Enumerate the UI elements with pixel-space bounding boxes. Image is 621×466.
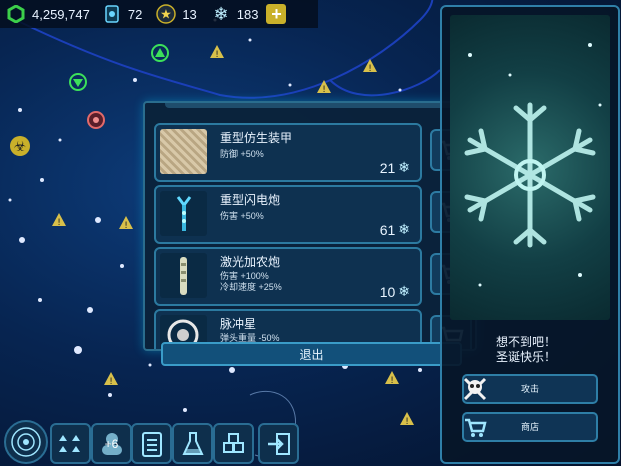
item-stat: 冷却速度 +25% [220,282,282,292]
crystals-value: 72 [127,6,143,22]
research-icon [181,431,204,455]
crystals-resource: 72 [102,4,142,24]
svg-text:!: ! [57,218,61,226]
bio-armor-icon [160,129,207,174]
item-name: 重型仿生装甲 [220,131,293,145]
item-price: 61 ❄ [380,222,410,238]
stars-value: 13 [182,6,197,22]
snowflakes-resource: ❄ 183 [211,4,259,24]
exit-shop-button[interactable]: 退出 [161,342,462,366]
scroll-edge [165,103,455,108]
snowflake-icon: ❄ [398,284,410,300]
snowflake-icon: ❄ [211,4,231,24]
shop-item[interactable]: 重型闪电炮 伤害 +50% 61 ❄ [154,185,422,244]
resource-bar: 4,259,747 72 ★ 13 ❄ 183 + [0,0,318,28]
map-node-green[interactable] [150,43,170,68]
fleet-badge: +6 [104,436,119,451]
svg-text:!: ! [390,376,394,384]
stars-resource: ★ 13 [156,4,197,24]
warning-icon[interactable]: ! [363,59,377,72]
item-stat: 伤害 +50% [220,211,264,221]
snowflake-icon: ❄ [398,160,410,176]
exit-button[interactable] [258,423,299,464]
price-value: 21 [379,160,396,176]
greeting-line: 圣诞快乐！ [496,350,557,364]
shop-item[interactable]: 激光加农炮 伤害 +100% 冷却速度 +25% 10 ❄ [154,247,422,306]
credits-resource: 4,259,747 [6,4,90,24]
attack-label: 攻击 [520,384,539,394]
shop-dialog: 重型仿生装甲 防御 +50% 21 ❄ 重型闪电炮 伤害 +50% 61 ❄ 激… [143,101,477,351]
side-panel: 想不到吧！ 圣诞快乐！ 攻击 商店 [440,5,620,464]
item-name: 脉冲星 [220,317,257,331]
biohazard-node[interactable]: ☣ [9,135,31,162]
resources-icon [222,432,244,453]
warning-icon[interactable]: ! [210,45,224,58]
star-icon: ★ [156,4,177,24]
svg-text:❄: ❄ [213,4,228,24]
credits-icon [6,4,26,24]
item-name: 重型闪电炮 [220,193,281,207]
shop-item[interactable]: 重型仿生装甲 防御 +50% 21 ❄ [154,123,422,182]
laser-cannon-icon [160,253,207,298]
galaxy-map-button[interactable] [4,420,48,464]
item-stat: 防御 +50% [220,149,264,159]
warning-icon[interactable]: ! [104,372,118,385]
svg-text:★: ★ [160,8,172,23]
warning-icon[interactable]: ! [119,216,133,229]
price-value: 61 [379,222,396,238]
snowflake-artwork [450,15,610,320]
recruit-button[interactable]: +6 [91,423,132,464]
greeting-message: 想不到吧！ 圣诞快乐！ [496,335,556,365]
exit-icon [267,432,290,455]
fleet-button[interactable] [50,423,91,464]
item-name: 激光加农炮 [220,255,281,269]
price-value: 10 [379,284,396,300]
svg-text:!: ! [124,221,128,229]
map-node-hostile[interactable] [86,110,106,135]
galaxy-map-icon [11,427,41,457]
item-price: 10 ❄ [380,284,410,300]
missions-button[interactable] [131,423,172,464]
svg-text:!: ! [215,50,219,58]
svg-text:!: ! [368,64,372,72]
attack-button[interactable]: 攻击 [462,374,598,404]
svg-text:☣: ☣ [14,139,27,155]
item-price: 21 ❄ [380,160,410,176]
shop-label: 商店 [520,422,539,432]
add-resources-button[interactable]: + [266,3,287,24]
snowflake-icon: ❄ [398,222,410,238]
snowflake-icon [464,43,602,287]
shop-button[interactable]: 商店 [462,412,598,442]
svg-text:!: ! [405,417,409,425]
warning-icon[interactable]: ! [385,371,399,384]
missions-icon [141,431,162,457]
svg-text:!: ! [109,377,113,385]
warning-icon[interactable]: ! [52,213,66,226]
map-node-shield[interactable] [68,72,88,97]
fleet-icon [58,434,80,452]
warning-icon[interactable]: ! [400,412,414,425]
resources-button[interactable] [213,423,254,464]
plus-icon: + [271,3,282,24]
svg-text:!: ! [322,85,326,93]
snowflakes-value: 183 [236,6,259,22]
warning-icon[interactable]: ! [317,80,331,93]
crystal-canister-icon [102,4,122,24]
credits-value: 4,259,747 [32,6,90,22]
lightning-cannon-icon [160,191,207,236]
greeting-line: 想不到吧！ [496,335,557,349]
research-button[interactable] [172,423,213,464]
